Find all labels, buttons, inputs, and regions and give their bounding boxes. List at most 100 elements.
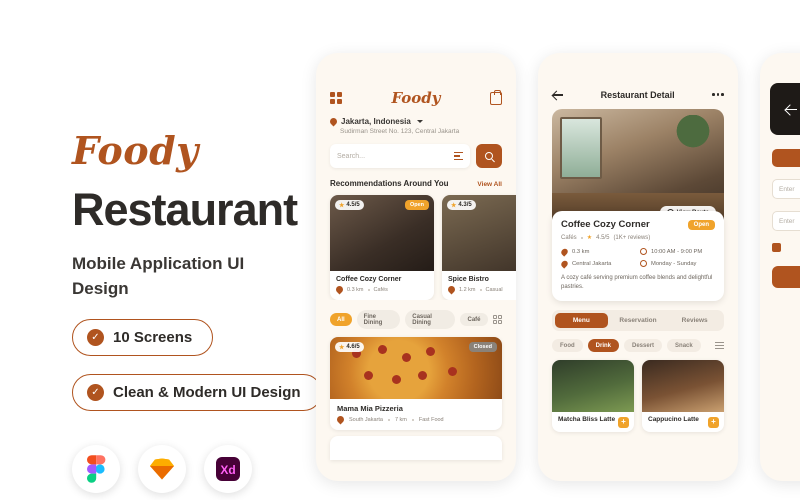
- search-placeholder: Search...: [337, 152, 366, 160]
- star-icon: ★: [586, 235, 593, 241]
- bag-icon[interactable]: [489, 89, 502, 105]
- filter-icon[interactable]: [454, 152, 463, 160]
- feature-pill-design: ✓ Clean & Modern UI Design: [72, 374, 322, 412]
- subtab-dessert[interactable]: Dessert: [624, 339, 663, 352]
- rating-value: 4.3/5: [458, 202, 472, 208]
- location-selector[interactable]: Jakarta, Indonesia: [316, 107, 516, 127]
- chip-casual-dining[interactable]: Casual Dining: [405, 310, 456, 329]
- featured-restaurant-card[interactable]: ★ 4.6/5 Closed Mama Mia Pizzeria South J…: [330, 337, 502, 430]
- menu-item-row: Matcha Bliss Latte + Cappucino Latte +: [538, 352, 738, 432]
- restaurant-category: Casual: [485, 286, 503, 293]
- add-item-button[interactable]: +: [708, 416, 719, 428]
- info-hours: 10:00 AM - 9:00 PM: [640, 248, 715, 255]
- status-badge: Open: [404, 200, 429, 210]
- restaurant-thumbnail: ★ 4.3/5: [442, 195, 516, 271]
- check-icon: ✓: [87, 384, 104, 402]
- partial-input-placeholder: Enter: [779, 217, 795, 225]
- subtab-snack[interactable]: Snack: [667, 339, 701, 352]
- pin-icon: [334, 284, 345, 295]
- calendar-icon: [640, 260, 647, 267]
- menu-item-thumbnail: [642, 360, 724, 412]
- partial-primary-button[interactable]: [772, 149, 800, 167]
- restaurant-card-body: Coffee Cozy Corner 0.3 km Cafés: [330, 271, 434, 300]
- search-input[interactable]: Search...: [330, 144, 470, 168]
- adobe-xd-logo-svg: Xd: [216, 457, 240, 482]
- tab-menu[interactable]: Menu: [555, 313, 608, 328]
- feature-pill-screens: ✓ 10 Screens: [72, 319, 214, 357]
- sketch-logo-icon: [138, 445, 186, 494]
- chip-fine-dining[interactable]: Fine Dining: [356, 310, 401, 329]
- partial-dark-header: [770, 83, 800, 135]
- restaurant-card-body: Spice Bistro 1.2 km Casual: [442, 271, 516, 300]
- featured-card-body: Mama Mia Pizzeria South Jakarta 7 km Fas…: [330, 399, 502, 430]
- restaurant-meta: South Jakarta 7 km Fast Food: [335, 414, 495, 425]
- pin-icon: [446, 284, 457, 295]
- window-decor: [560, 117, 602, 179]
- subtab-drink[interactable]: Drink: [587, 339, 620, 352]
- menu-subtabs: Food Drink Dessert Snack: [552, 339, 724, 352]
- restaurant-name: Coffee Cozy Corner: [336, 276, 402, 283]
- restaurant-info-card: Coffee Cozy Corner Open Cafés ★ 4.5/5 (1…: [552, 211, 724, 301]
- restaurant-distance: 0.3 km: [347, 286, 364, 293]
- grid-view-icon[interactable]: [492, 314, 502, 325]
- menu-item-card[interactable]: Cappucino Latte +: [642, 360, 724, 432]
- separator-dot: [479, 288, 482, 291]
- partial-input-field-2[interactable]: Enter: [772, 211, 800, 231]
- next-card-peek[interactable]: [330, 436, 502, 460]
- arrow-left-icon[interactable]: [552, 89, 563, 100]
- restaurant-card[interactable]: ★ 4.5/5 Open Coffee Cozy Corner 0.3 km C…: [330, 195, 434, 300]
- list-view-icon[interactable]: [715, 341, 724, 350]
- star-icon: ★: [339, 344, 345, 351]
- restaurant-name: Mama Mia Pizzeria: [337, 404, 403, 413]
- plant-decor: [676, 115, 710, 155]
- partial-submit-button[interactable]: [772, 266, 800, 288]
- info-days: Monday - Sunday: [640, 260, 715, 267]
- star-icon: ★: [451, 202, 457, 209]
- screen-home: Foody Jakarta, Indonesia Sudirman Street…: [316, 53, 516, 481]
- detail-title: Restaurant Detail: [600, 89, 675, 100]
- pin-icon: [328, 116, 339, 127]
- page-subtitle: Mobile Application UI Design: [72, 254, 245, 298]
- arrow-left-icon[interactable]: [786, 103, 798, 115]
- chevron-down-icon: [416, 120, 423, 123]
- decorative-arc: [784, 286, 800, 394]
- restaurant-category: Fast Food: [418, 416, 444, 423]
- adobe-xd-logo-icon: Xd: [204, 445, 252, 494]
- info-area: Central Jakarta: [559, 258, 636, 269]
- menu-item-body: Cappucino Latte +: [642, 412, 724, 432]
- info-hours-value: 10:00 AM - 9:00 PM: [651, 248, 703, 255]
- menu-item-card[interactable]: Matcha Bliss Latte +: [552, 360, 634, 432]
- restaurant-hero-image: View Route: [552, 109, 724, 227]
- separator-dot: [387, 418, 390, 421]
- tab-reservation[interactable]: Reservation: [612, 313, 665, 328]
- restaurant-distance: 7 km: [394, 416, 407, 423]
- add-item-button[interactable]: +: [618, 416, 629, 428]
- checkbox-icon[interactable]: [772, 243, 781, 252]
- feature-pill-label: Clean & Modern UI Design: [113, 384, 301, 402]
- tab-reviews[interactable]: Reviews: [668, 313, 721, 328]
- check-icon: ✓: [87, 329, 104, 347]
- partial-checkbox-row[interactable]: [772, 243, 800, 252]
- restaurant-card[interactable]: ★ 4.3/5 Spice Bistro 1.2 km Casual: [442, 195, 516, 300]
- rating-value: 4.6/5: [346, 344, 360, 350]
- grid-icon[interactable]: [330, 92, 342, 104]
- restaurant-name: Spice Bistro: [448, 276, 489, 283]
- more-horizontal-icon[interactable]: [712, 93, 724, 96]
- view-all-link[interactable]: View All: [477, 181, 502, 188]
- pin-icon: [559, 246, 570, 257]
- review-count: (1K+ reviews): [613, 234, 651, 241]
- restaurant-category: Cafés: [373, 286, 388, 293]
- partial-input-field-1[interactable]: Enter: [772, 179, 800, 199]
- feature-pill-label: 10 Screens: [113, 329, 193, 347]
- star-icon: ★: [339, 202, 345, 209]
- info-area-value: Central Jakarta: [572, 260, 612, 267]
- chip-cafe[interactable]: Café: [460, 313, 488, 326]
- status-badge: Open: [687, 219, 715, 230]
- chip-all[interactable]: All: [330, 313, 352, 326]
- search-button[interactable]: [476, 144, 502, 168]
- separator-dot: [411, 418, 414, 421]
- screen-partial-form: Enter Enter: [760, 53, 800, 481]
- subtab-food[interactable]: Food: [552, 339, 583, 352]
- recommendations-header: Recommendations Around You View All: [316, 168, 516, 188]
- clock-icon: [640, 248, 647, 255]
